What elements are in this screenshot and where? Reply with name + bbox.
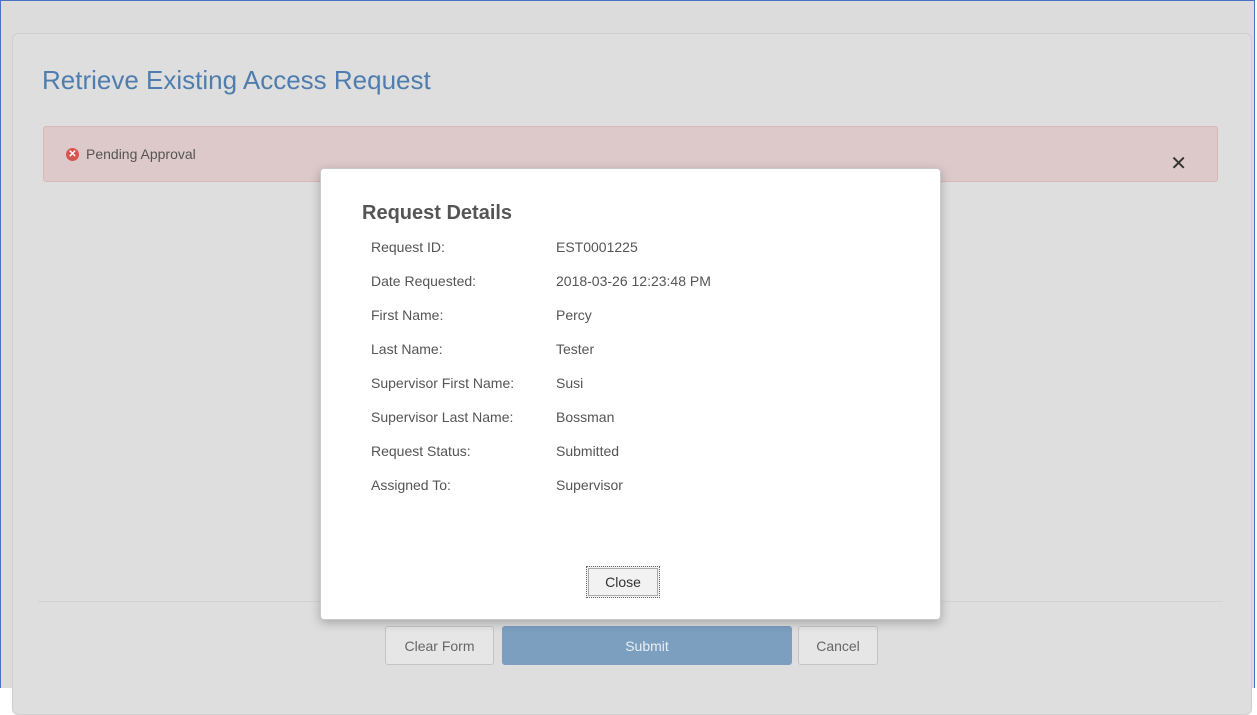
request-details-modal: Request Details Request ID: EST0001225 D… [320,168,941,620]
detail-label: Last Name: [371,341,443,357]
page-title: Retrieve Existing Access Request [42,65,431,95]
close-icon[interactable]: ✕ [1170,154,1187,174]
cancel-button[interactable]: Cancel [798,626,878,665]
detail-label: Date Requested: [371,273,477,289]
detail-label: Assigned To: [371,477,451,493]
detail-value: Susi [556,375,584,391]
detail-value: EST0001225 [556,239,638,255]
clear-form-button[interactable]: Clear Form [385,626,494,665]
detail-value: Tester [556,341,595,357]
error-circle-icon: ✕ [66,148,79,161]
alert-text: Pending Approval [86,146,196,162]
modal-title: Request Details [362,202,513,224]
detail-value: Submitted [556,443,620,459]
detail-label: Supervisor Last Name: [371,409,514,425]
detail-label: First Name: [371,307,444,323]
detail-label: Request ID: [371,239,445,255]
detail-value: Bossman [556,409,615,425]
detail-label: Request Status: [371,443,471,459]
detail-value: 2018-03-26 12:23:48 PM [556,273,711,289]
submit-button[interactable]: Submit [502,626,792,665]
detail-value: Supervisor [556,477,623,493]
modal-close-button[interactable]: Close [586,566,660,598]
detail-value: Percy [556,307,592,323]
detail-label: Supervisor First Name: [371,375,515,391]
